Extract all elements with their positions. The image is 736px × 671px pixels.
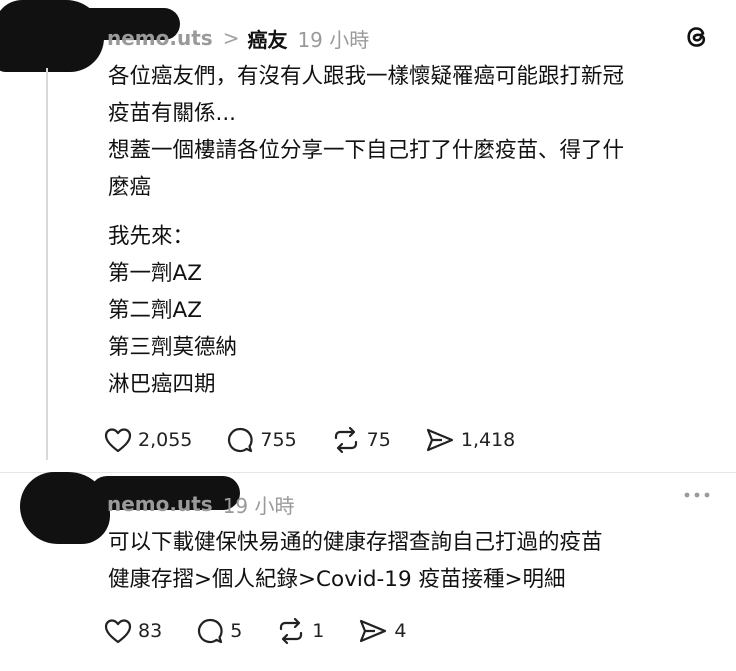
thread-line — [46, 68, 48, 460]
post-2-header: nemo.uts 19 小時 — [107, 488, 295, 520]
repost-button[interactable]: 75 — [331, 426, 391, 454]
post-1-actions: 2,055 755 75 1,418 — [104, 425, 549, 455]
timestamp: 19 小時 — [297, 27, 370, 52]
post-line: 健康存摺>個人紀錄>Covid-19 疫苗接種>明細 — [108, 567, 566, 592]
repost-count: 1 — [312, 620, 325, 642]
comment-button[interactable]: 755 — [226, 426, 297, 454]
divider — [0, 472, 736, 473]
post-line: 可以下載健保快易通的健康存摺查詢自己打過的疫苗 — [108, 530, 603, 555]
comment-button[interactable]: 5 — [196, 617, 242, 645]
topic-tag[interactable]: 癌友 — [247, 24, 287, 53]
heart-icon — [104, 619, 132, 644]
post-line: 第一劑AZ — [108, 261, 202, 286]
post-line: 淋巴癌四期 — [108, 372, 216, 397]
share-button[interactable]: 4 — [358, 618, 406, 644]
post-line: 各位癌友們，有沒有人跟我一樣懷疑罹癌可能跟打新冠 — [108, 64, 625, 89]
post-2-body: 可以下載健保快易通的健康存摺查詢自己打過的疫苗 健康存摺>個人紀錄>Covid-… — [108, 524, 718, 598]
like-count: 2,055 — [138, 429, 193, 451]
like-count: 83 — [138, 620, 163, 642]
like-button[interactable]: 83 — [104, 618, 162, 644]
repost-button[interactable]: 1 — [276, 617, 324, 645]
post-1-header: nemo.uts > 癌友 19 小時 — [107, 22, 369, 54]
repost-icon — [280, 617, 303, 645]
more-dots-icon[interactable] — [682, 488, 712, 502]
share-count: 4 — [394, 620, 407, 642]
chevron-right-icon: > — [222, 26, 240, 50]
post-line: 第三劑莫德納 — [108, 335, 238, 360]
post-line: 第二劑AZ — [108, 298, 202, 323]
post-1-body: 各位癌友們，有沒有人跟我一樣懷疑罹癌可能跟打新冠 疫苗有關係... 想蓋一個樓請… — [108, 58, 718, 403]
threads-logo-icon[interactable] — [682, 22, 712, 52]
heart-icon — [104, 428, 132, 453]
send-icon — [426, 428, 453, 452]
comment-count: 755 — [260, 429, 297, 451]
post-line: 疫苗有關係... — [108, 101, 237, 126]
comment-bubble-icon — [198, 618, 223, 644]
share-count: 1,418 — [460, 429, 516, 451]
username[interactable]: nemo.uts — [107, 26, 213, 50]
timestamp: 19 小時 — [222, 493, 295, 518]
repost-count: 75 — [366, 429, 391, 451]
comment-bubble-icon — [228, 427, 253, 453]
post-line: 麼癌 — [108, 175, 152, 200]
like-button[interactable]: 2,055 — [104, 427, 192, 453]
post-2-actions: 83 5 1 4 — [104, 616, 440, 646]
post-line: 我先來： — [108, 224, 195, 249]
send-icon — [360, 619, 387, 643]
repost-icon — [334, 426, 357, 454]
share-button[interactable]: 1,418 — [425, 427, 515, 453]
username[interactable]: nemo.uts — [107, 492, 213, 516]
comment-count: 5 — [230, 620, 243, 642]
post-line: 想蓋一個樓請各位分享一下自己打了什麼疫苗、得了什 — [108, 138, 625, 163]
